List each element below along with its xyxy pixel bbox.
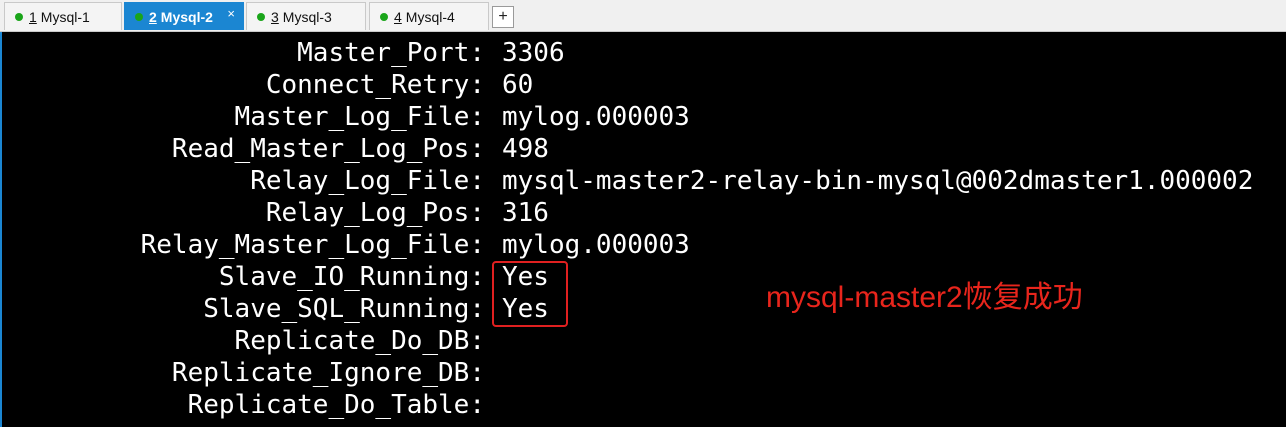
- annotation-label: mysql-master2恢复成功: [766, 281, 1083, 314]
- tab-label: Mysql-1: [40, 8, 90, 25]
- field-key: Master_Log_File:: [234, 102, 485, 132]
- field-key: Relay_Log_Pos:: [265, 198, 485, 228]
- connected-status-icon: [257, 12, 265, 21]
- output-line: Relay_Log_File: mysql-master2-relay-bin-m…: [0, 165, 1286, 197]
- tab-mysql-3[interactable]: 3 Mysql-3: [246, 2, 366, 30]
- field-key: Relay_Master_Log_File:: [140, 230, 485, 260]
- field-key: Replicate_Ignore_DB:: [171, 358, 485, 388]
- tab-mysql-4[interactable]: 4 Mysql-4: [369, 2, 489, 30]
- output-line: Read_Master_Log_Pos: 498: [0, 133, 1286, 165]
- field-value: 60: [502, 70, 534, 100]
- output-line: Relay_Master_Log_File: mylog.000003: [0, 229, 1286, 261]
- field-key: Read_Master_Log_Pos:: [171, 134, 485, 164]
- connected-status-icon: [380, 12, 388, 21]
- tab-bar: 1 Mysql-1 2 Mysql-2 × 3 Mysql-3 4 Mysql-…: [0, 0, 1286, 32]
- field-value: mysql-master2-relay-bin-mysql@002dmaster…: [502, 166, 1254, 196]
- field-key: Relay_Log_File:: [250, 166, 485, 196]
- field-value: mylog.000003: [502, 102, 690, 132]
- connected-status-icon: [15, 12, 23, 21]
- tab-label: Mysql-4: [405, 8, 455, 25]
- connected-status-icon: [135, 12, 143, 21]
- output-line: Connect_Retry: 60: [0, 69, 1286, 101]
- field-value: 316: [502, 198, 549, 228]
- tab-number: 3: [271, 8, 279, 25]
- close-tab-icon[interactable]: ×: [227, 6, 235, 21]
- field-key: Master_Port:: [297, 38, 485, 68]
- tab-number: 4: [394, 8, 402, 25]
- field-key: Connect_Retry:: [265, 70, 485, 100]
- add-tab-button[interactable]: +: [492, 6, 514, 28]
- tab-number: 1: [29, 8, 37, 25]
- output-line: Master_Port: 3306: [0, 37, 1286, 69]
- field-value: 3306: [502, 38, 565, 68]
- output-line: Replicate_Do_DB:: [0, 325, 1286, 357]
- field-key: Slave_SQL_Running:: [203, 294, 485, 324]
- output-line: Slave_IO_Running: Yes: [0, 261, 1286, 293]
- field-key: Slave_IO_Running:: [218, 262, 485, 292]
- output-line: Master_Log_File: mylog.000003: [0, 101, 1286, 133]
- output-line: Replicate_Ignore_DB:: [0, 357, 1286, 389]
- output-line: Relay_Log_Pos: 316: [0, 197, 1286, 229]
- tab-number: 2: [149, 8, 157, 25]
- field-key: Replicate_Do_DB:: [234, 326, 485, 356]
- tab-label: Mysql-2: [160, 8, 213, 25]
- field-value: 498: [502, 134, 549, 164]
- tab-mysql-2[interactable]: 2 Mysql-2 ×: [124, 2, 244, 30]
- highlight-box: [492, 261, 568, 327]
- field-value: mylog.000003: [502, 230, 690, 260]
- field-key: Replicate_Do_Table:: [187, 390, 485, 420]
- tab-label: Mysql-3: [282, 8, 332, 25]
- output-line: Replicate_Do_Table:: [0, 389, 1286, 421]
- output-line: Slave_SQL_Running: Yes: [0, 293, 1286, 325]
- tab-mysql-1[interactable]: 1 Mysql-1: [4, 2, 122, 30]
